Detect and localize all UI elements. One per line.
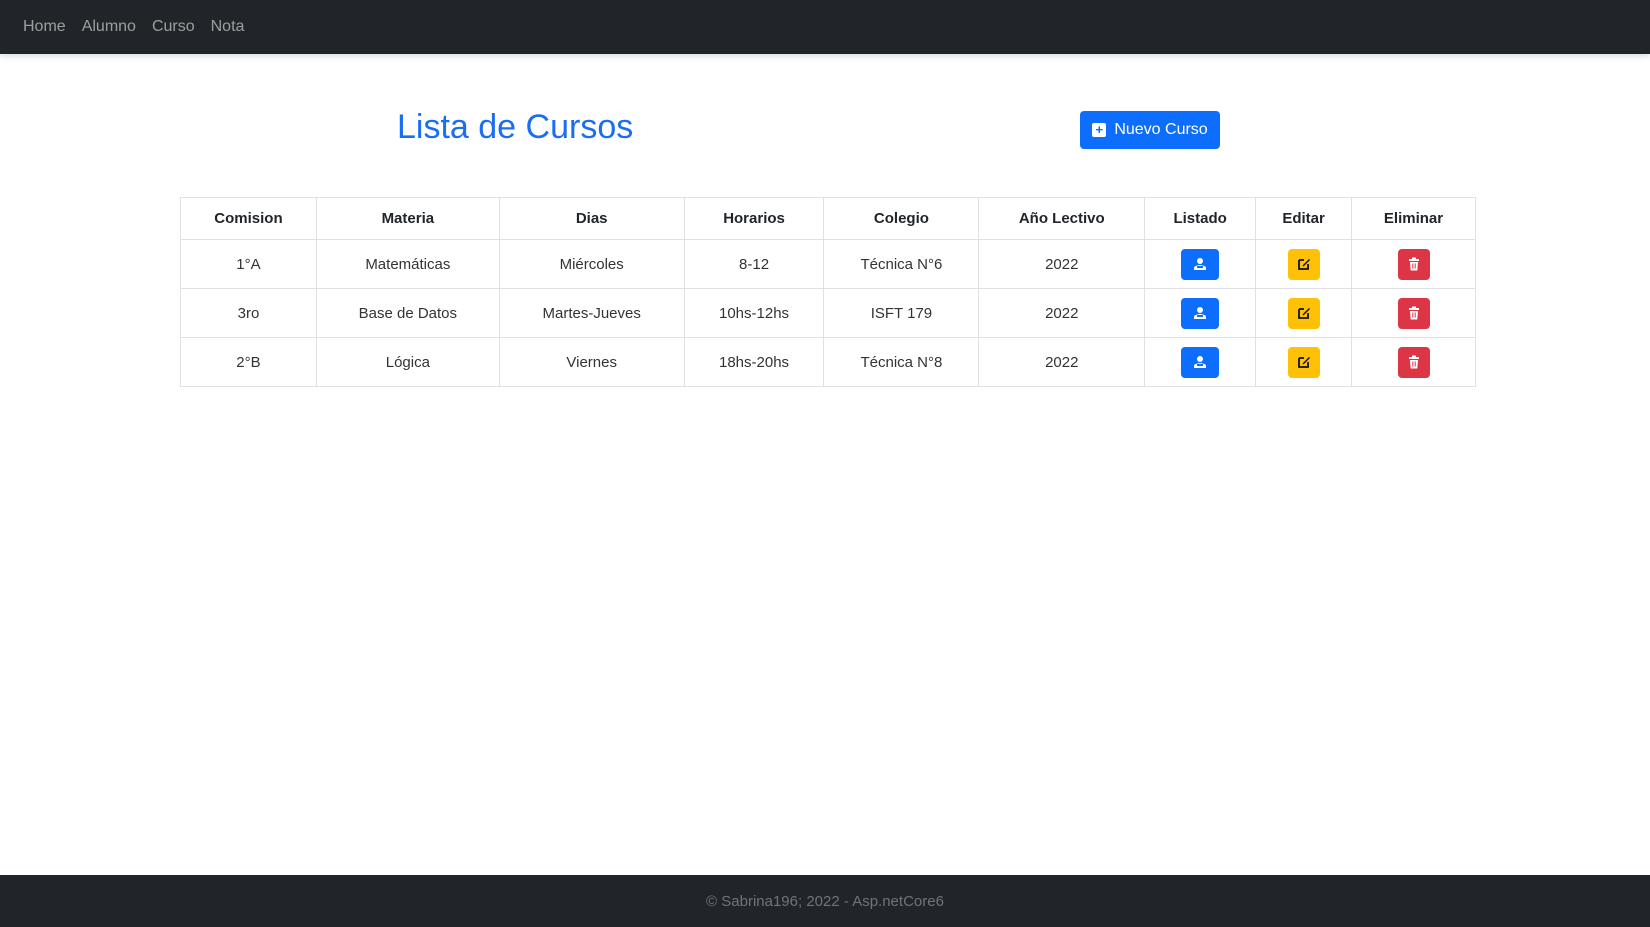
header-listado: Listado bbox=[1144, 197, 1257, 240]
cell-horarios: 8-12 bbox=[683, 239, 825, 289]
courses-table-container: Comision Materia Dias Horarios Colegio A… bbox=[180, 197, 1476, 387]
delete-button[interactable] bbox=[1397, 248, 1430, 280]
cell-editar bbox=[1255, 288, 1353, 338]
table-header-row: Comision Materia Dias Horarios Colegio A… bbox=[180, 197, 1476, 240]
table-row: 3ro Base de Datos Martes-Jueves 10hs-12h… bbox=[180, 288, 1476, 338]
delete-button[interactable] bbox=[1397, 297, 1430, 329]
header-horarios: Horarios bbox=[683, 197, 825, 240]
cell-eliminar bbox=[1351, 288, 1476, 338]
cell-listado bbox=[1144, 239, 1257, 289]
cell-anio: 2022 bbox=[978, 288, 1146, 338]
cell-dias: Martes-Jueves bbox=[498, 288, 685, 338]
cell-eliminar bbox=[1351, 337, 1476, 387]
header-materia: Materia bbox=[315, 197, 500, 240]
cell-materia: Lógica bbox=[315, 337, 500, 387]
cell-eliminar bbox=[1351, 239, 1476, 289]
courses-table: Comision Materia Dias Horarios Colegio A… bbox=[180, 197, 1476, 387]
list-button[interactable] bbox=[1181, 248, 1220, 280]
list-button[interactable] bbox=[1181, 297, 1220, 329]
cell-comision: 2°B bbox=[180, 337, 317, 387]
new-course-button[interactable]: + Nuevo Curso bbox=[1080, 111, 1220, 149]
edit-button[interactable] bbox=[1287, 297, 1320, 329]
trash-icon bbox=[1408, 355, 1419, 369]
table-row: 2°B Lógica Viernes 18hs-20hs Técnica N°8… bbox=[180, 337, 1476, 387]
header-eliminar: Eliminar bbox=[1351, 197, 1476, 240]
cell-editar bbox=[1255, 239, 1353, 289]
nav-alumno-link[interactable]: Alumno bbox=[82, 18, 136, 36]
cell-materia: Base de Datos bbox=[315, 288, 500, 338]
pencil-square-icon bbox=[1297, 308, 1310, 319]
cell-colegio: Técnica N°8 bbox=[823, 337, 980, 387]
cell-horarios: 10hs-12hs bbox=[683, 288, 825, 338]
cell-listado bbox=[1144, 288, 1257, 338]
new-course-button-label: Nuevo Curso bbox=[1114, 121, 1208, 138]
edit-button[interactable] bbox=[1287, 248, 1320, 280]
table-row: 1°A Matemáticas Miércoles 8-12 Técnica N… bbox=[180, 239, 1476, 289]
page-title: Lista de Cursos bbox=[397, 108, 634, 146]
cell-editar bbox=[1255, 337, 1353, 387]
navbar: Home Alumno Curso Nota bbox=[0, 0, 1650, 54]
edit-button[interactable] bbox=[1287, 346, 1320, 378]
nav-home-link[interactable]: Home bbox=[23, 18, 66, 36]
nav-curso-link[interactable]: Curso bbox=[152, 18, 195, 36]
person-list-icon bbox=[1194, 356, 1207, 368]
trash-icon bbox=[1408, 306, 1419, 320]
footer: © Sabrina196; 2022 - Asp.netCore6 bbox=[0, 875, 1650, 927]
cell-dias: Miércoles bbox=[498, 239, 685, 289]
nav-nota-link[interactable]: Nota bbox=[211, 18, 245, 36]
cell-anio: 2022 bbox=[978, 239, 1146, 289]
cell-colegio: ISFT 179 bbox=[823, 288, 980, 338]
cell-listado bbox=[1144, 337, 1257, 387]
header-comision: Comision bbox=[180, 197, 317, 240]
header-dias: Dias bbox=[498, 197, 685, 240]
cell-colegio: Técnica N°6 bbox=[823, 239, 980, 289]
trash-icon bbox=[1408, 257, 1419, 271]
list-button[interactable] bbox=[1181, 346, 1220, 378]
delete-button[interactable] bbox=[1397, 346, 1430, 378]
cell-materia: Matemáticas bbox=[315, 239, 500, 289]
pencil-square-icon bbox=[1297, 259, 1310, 270]
header-colegio: Colegio bbox=[823, 197, 980, 240]
cell-anio: 2022 bbox=[978, 337, 1146, 387]
person-list-icon bbox=[1194, 307, 1207, 319]
cell-horarios: 18hs-20hs bbox=[683, 337, 825, 387]
person-list-icon bbox=[1194, 258, 1207, 270]
header-anio-lectivo: Año Lectivo bbox=[978, 197, 1146, 240]
plus-square-icon: + bbox=[1092, 123, 1107, 137]
cell-comision: 1°A bbox=[180, 239, 317, 289]
cell-dias: Viernes bbox=[498, 337, 685, 387]
header-editar: Editar bbox=[1255, 197, 1353, 240]
pencil-square-icon bbox=[1297, 357, 1310, 368]
footer-copyright: © Sabrina196; 2022 - Asp.netCore6 bbox=[706, 892, 944, 910]
cell-comision: 3ro bbox=[180, 288, 317, 338]
